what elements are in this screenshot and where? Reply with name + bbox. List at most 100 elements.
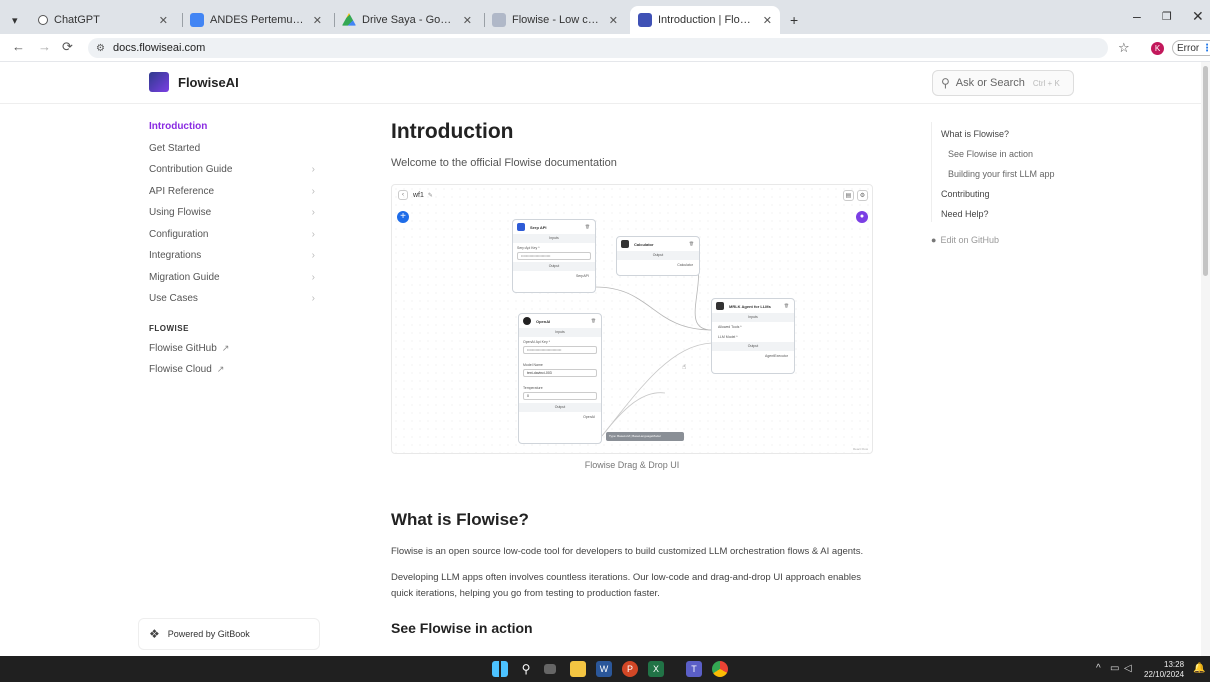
table-of-contents: What is Flowise? See Flowise in action B… xyxy=(941,124,1091,224)
reload-icon[interactable]: ⟳ xyxy=(62,39,73,55)
close-icon[interactable]: ✕ xyxy=(463,14,472,27)
scrollbar-thumb[interactable] xyxy=(1203,66,1208,276)
figure-caption: Flowise Drag & Drop UI xyxy=(584,460,680,470)
chevron-right-icon[interactable]: › xyxy=(312,293,315,304)
search-shortcut: Ctrl + K xyxy=(1032,78,1060,88)
toc-item-need-help[interactable]: Need Help? xyxy=(941,204,1091,224)
taskbar-clock[interactable]: 13:28 22/10/2024 xyxy=(1144,660,1184,680)
file-explorer-icon[interactable] xyxy=(570,661,586,677)
windows-start-icon[interactable] xyxy=(492,661,508,677)
forward-icon[interactable]: → xyxy=(38,39,51,54)
tab-search-button[interactable]: ▾ xyxy=(4,6,26,34)
sidebar-link-flowise-github[interactable]: Flowise GitHub ↗ xyxy=(149,338,319,360)
site-title[interactable]: FlowiseAI xyxy=(178,75,239,90)
task-view-icon[interactable] xyxy=(544,664,556,674)
sidebar-item-introduction[interactable]: Introduction xyxy=(149,116,319,138)
tray-chevron-icon[interactable]: ^ xyxy=(1096,663,1101,674)
toc-item-contributing[interactable]: Contributing xyxy=(941,184,1091,204)
tab-google-docs[interactable]: ANDES Pertemuan 8 - Google Docs ✕ xyxy=(182,6,330,34)
word-icon[interactable]: W xyxy=(596,661,612,677)
llm-model-port: LLM Model * xyxy=(718,335,738,339)
sidebar-item-migration-guide[interactable]: Migration Guide › xyxy=(149,267,319,289)
node-output-port: OpenAI xyxy=(583,415,595,419)
close-window-icon[interactable]: ✕ xyxy=(1192,8,1204,25)
notification-bell-icon[interactable]: 🔔 xyxy=(1193,663,1205,674)
node-title-text: OpenAI xyxy=(536,318,551,324)
close-icon[interactable]: ✕ xyxy=(609,14,618,27)
tab-flowise-docs[interactable]: Introduction | FlowiseAI ✕ xyxy=(630,6,780,34)
calculator-icon xyxy=(621,240,629,248)
tab-flowise-app[interactable]: Flowise - Low code LLM Apps Builder ✕ xyxy=(484,6,626,34)
chevron-right-icon[interactable]: › xyxy=(312,164,315,175)
toc-divider xyxy=(931,122,932,222)
error-label: Error xyxy=(1177,42,1200,54)
model-select: text-davinci-003 xyxy=(523,369,597,377)
flowise-doc-icon xyxy=(638,13,652,27)
sidebar-item-use-cases[interactable]: Use Cases › xyxy=(149,288,319,310)
flowise-icon xyxy=(492,13,506,27)
sidebar-item-integrations[interactable]: Integrations › xyxy=(149,245,319,267)
node-mrkl-agent: MRLK Agent for LLMs 🗑 Inputs Allowed Too… xyxy=(711,298,795,374)
excel-icon[interactable]: X xyxy=(648,661,664,677)
network-icon[interactable]: ▭ xyxy=(1110,663,1119,674)
search-placeholder: Ask or Search xyxy=(955,77,1025,89)
taskbar-search-icon[interactable]: ⚲ xyxy=(518,661,534,677)
node-output-label: Output xyxy=(712,342,794,351)
chevron-right-icon[interactable]: › xyxy=(312,186,315,197)
restore-icon[interactable]: ❐ xyxy=(1162,10,1172,23)
close-icon[interactable]: ✕ xyxy=(313,14,322,27)
sidebar-item-label: Integrations xyxy=(149,250,202,262)
powerpoint-icon[interactable]: P xyxy=(622,661,638,677)
tab-label: Introduction | FlowiseAI xyxy=(658,14,757,26)
trash-icon: 🗑 xyxy=(590,318,596,323)
sidebar-item-get-started[interactable]: Get Started xyxy=(149,138,319,160)
edit-on-github-link[interactable]: ● Edit on GitHub xyxy=(931,235,999,245)
sidebar-link-flowise-cloud[interactable]: Flowise Cloud ↗ xyxy=(149,359,319,381)
search-input[interactable]: ⚲ Ask or Search Ctrl + K xyxy=(932,70,1074,96)
chevron-right-icon[interactable]: › xyxy=(312,250,315,261)
chrome-icon[interactable] xyxy=(712,661,728,677)
new-tab-button[interactable]: + xyxy=(782,6,804,34)
sidebar-section-heading: FLOWISE xyxy=(149,323,189,333)
avatar[interactable]: K xyxy=(1151,42,1164,55)
toc-item-see-in-action[interactable]: See Flowise in action xyxy=(941,144,1091,164)
close-icon[interactable]: ✕ xyxy=(763,14,772,27)
node-title-text: Calculator xyxy=(634,241,654,247)
sidebar-item-label: Configuration xyxy=(149,228,209,240)
google-docs-icon xyxy=(190,13,204,27)
node-output-port: SerpAPI xyxy=(575,274,589,278)
sidebar-item-api-reference[interactable]: API Reference › xyxy=(149,181,319,203)
sidebar-item-contribution-guide[interactable]: Contribution Guide › xyxy=(149,159,319,181)
flowise-logo-icon[interactable] xyxy=(149,72,169,92)
teams-icon[interactable]: T xyxy=(686,661,702,677)
volume-icon[interactable]: ◁ xyxy=(1124,663,1132,674)
back-icon[interactable]: ← xyxy=(12,39,25,54)
node-calculator: Calculator 🗑 Output Calculator xyxy=(616,236,700,276)
error-button[interactable]: Error ⋮ xyxy=(1172,40,1210,56)
toc-item-first-llm-app[interactable]: Building your first LLM app xyxy=(941,164,1091,184)
powered-by-label: Powered by GitBook xyxy=(167,629,250,639)
chevron-right-icon[interactable]: › xyxy=(312,229,315,240)
toc-item-what-is-flowise[interactable]: What is Flowise? xyxy=(941,124,1091,144)
tab-label: ANDES Pertemuan 8 - Google Docs xyxy=(210,14,307,26)
trash-icon: 🗑 xyxy=(688,241,694,246)
minimize-icon[interactable]: – xyxy=(1133,8,1141,24)
url-field[interactable]: ⚙ docs.flowiseai.com xyxy=(88,38,1108,58)
chevron-right-icon[interactable]: › xyxy=(312,207,315,218)
page-lead: Welcome to the official Flowise document… xyxy=(391,157,617,169)
tab-chatgpt[interactable]: ChatGPT ✕ xyxy=(30,6,176,34)
clock-time: 13:28 xyxy=(1164,660,1185,669)
bookmark-star-icon[interactable]: ☆ xyxy=(1118,40,1130,56)
node-title-text: Serp API xyxy=(530,224,547,230)
sidebar-item-using-flowise[interactable]: Using Flowise › xyxy=(149,202,319,224)
sidebar-item-configuration[interactable]: Configuration › xyxy=(149,224,319,246)
section-heading-see-in-action: See Flowise in action xyxy=(391,620,533,636)
close-icon[interactable]: ✕ xyxy=(159,14,168,27)
site-info-icon[interactable]: ⚙ xyxy=(96,43,105,54)
field-label: Model Name xyxy=(523,363,543,367)
node-inputs-label: Inputs xyxy=(513,234,595,243)
powered-by-gitbook-link[interactable]: ❖ Powered by GitBook xyxy=(138,618,320,650)
node-output-label: Output xyxy=(513,262,595,271)
tab-google-drive[interactable]: Drive Saya - Google Drive ✕ xyxy=(334,6,480,34)
chevron-right-icon[interactable]: › xyxy=(312,272,315,283)
